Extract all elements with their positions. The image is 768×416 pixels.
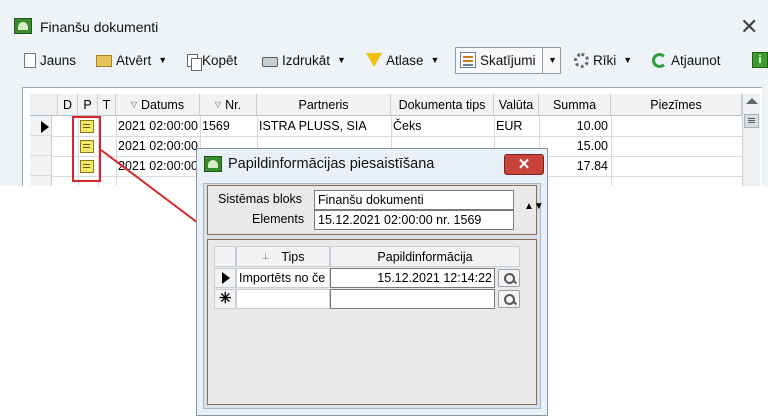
context-panel: Sistēmas bloks Finanšu dokumenti Element… xyxy=(207,185,544,235)
cell-papildinformacija[interactable]: 15.12.2021 12:14:22 xyxy=(330,268,495,288)
dialog-close-button[interactable]: ✕ xyxy=(504,154,544,175)
system-block-field[interactable]: Finanšu dokumenti xyxy=(314,190,514,210)
annotation-line xyxy=(100,149,211,233)
elements-label: Elements xyxy=(252,212,305,226)
current-row-arrow-icon xyxy=(222,272,230,284)
column-pin-icon: ⊥ xyxy=(261,251,270,261)
elements-field[interactable]: 15.12.2021 02:00:00 nr. 1569 xyxy=(314,210,514,230)
col-header-papildinformacija-label: Papildinformācija xyxy=(377,249,473,264)
info-grid-panel: ⊥ Tips Papildinformācija Importēts no če… xyxy=(207,239,537,405)
cell-papildinformacija-new[interactable] xyxy=(330,289,495,309)
attach-info-dialog: Papildinformācijas piesaistīšana ✕ Sistē… xyxy=(196,148,548,416)
sort-updown-icon[interactable]: ▲▼ xyxy=(524,202,544,212)
dialog-titlebar: Papildinformācijas piesaistīšana ✕ xyxy=(197,149,547,181)
lookup-button[interactable] xyxy=(498,290,520,308)
new-row-selector[interactable]: ✳ xyxy=(214,289,236,309)
lookup-button[interactable] xyxy=(498,269,520,287)
system-block-label: Sistēmas bloks xyxy=(218,192,303,206)
info-grid-corner xyxy=(214,246,236,267)
col-header-papildinformacija[interactable]: Papildinformācija xyxy=(330,246,520,267)
col-header-tips-label: Tips xyxy=(281,249,305,264)
row-selector[interactable] xyxy=(214,268,236,288)
cell-tips[interactable]: Importēts no če xyxy=(236,268,330,288)
dialog-body: Sistēmas bloks Finanšu dokumenti Element… xyxy=(203,183,544,409)
app-icon xyxy=(204,156,222,172)
col-header-tips[interactable]: ⊥ Tips xyxy=(236,246,330,267)
cell-tips-new[interactable] xyxy=(236,289,330,309)
new-row-asterisk-icon: ✳ xyxy=(219,290,232,307)
dialog-title: Papildinformācijas piesaistīšana xyxy=(228,156,435,172)
